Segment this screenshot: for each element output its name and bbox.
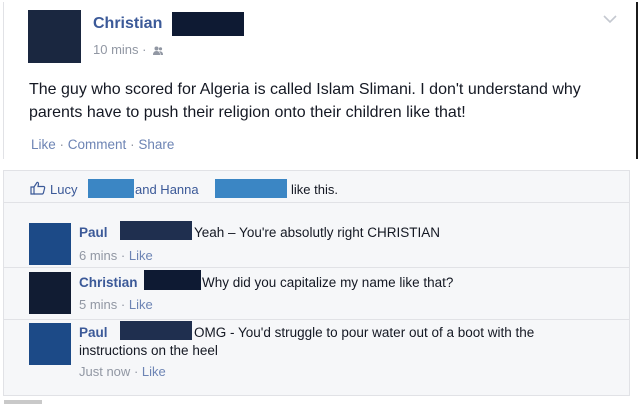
post-actions: Like · Comment · Share <box>31 137 174 152</box>
comment-time[interactable]: Just now <box>79 364 130 379</box>
commenter-avatar[interactable] <box>29 272 71 314</box>
comment-like-link[interactable]: Like <box>129 297 153 312</box>
liker-name-hanna[interactable]: and Hanna <box>135 182 199 197</box>
bottom-strip <box>0 398 640 406</box>
post-author-avatar[interactable] <box>28 10 81 63</box>
watermark-mark <box>4 400 42 404</box>
comment-link[interactable]: Comment <box>68 137 127 152</box>
post-card: Christian 10 mins · The guy who scored f… <box>3 2 638 159</box>
redacted-surname <box>144 270 201 290</box>
commenter-avatar[interactable] <box>29 223 71 265</box>
meta-separator: · <box>133 364 139 379</box>
comment-meta: 6 mins · Like <box>79 248 153 263</box>
commenter-avatar[interactable] <box>29 323 71 365</box>
commenter-name[interactable]: Paul <box>79 225 108 240</box>
like-link[interactable]: Like <box>31 137 56 152</box>
liker-name-lucy[interactable]: Lucy <box>50 182 77 197</box>
comment-time[interactable]: 5 mins <box>79 297 117 312</box>
friends-icon <box>153 46 164 56</box>
comment-text-continued: instructions on the heel <box>79 343 218 358</box>
action-separator: · <box>59 137 65 152</box>
post-time[interactable]: 10 mins <box>93 42 139 57</box>
comment-item: Paul OMG - You'd struggle to pour water … <box>4 319 629 395</box>
thumbs-up-icon <box>30 181 46 195</box>
comment-time[interactable]: 6 mins <box>79 248 117 263</box>
post-text: The guy who scored for Algeria is called… <box>29 81 581 121</box>
commenter-name[interactable]: Paul <box>79 325 108 340</box>
redacted-surname <box>215 179 287 198</box>
comment-meta: Just now · Like <box>79 364 166 379</box>
divider <box>0 159 640 169</box>
action-separator: · <box>130 137 135 152</box>
redacted-surname <box>88 179 134 198</box>
meta-separator: · <box>142 42 147 57</box>
comment-meta: 5 mins · Like <box>79 297 153 312</box>
comment-text: Why did you capitalize my name like that… <box>202 275 454 290</box>
share-link[interactable]: Share <box>138 137 174 152</box>
meta-separator: · <box>120 297 126 312</box>
comment-like-link[interactable]: Like <box>129 248 153 263</box>
comment-text: OMG - You'd struggle to pour water out o… <box>194 325 535 340</box>
redacted-surname <box>172 12 244 36</box>
comment-item: Christian Why did you capitalize my name… <box>4 267 629 320</box>
comments-section: Lucy and Hanna like this. Paul Yeah – Yo… <box>3 170 630 396</box>
post-author-name[interactable]: Christian <box>93 15 162 33</box>
meta-separator: · <box>120 248 126 263</box>
chevron-down-icon[interactable] <box>602 12 618 26</box>
post-meta: 10 mins · <box>93 42 164 57</box>
comment-text: Yeah – You're absolutly right CHRISTIAN <box>194 225 440 240</box>
comment-like-link[interactable]: Like <box>142 364 166 379</box>
commenter-name[interactable]: Christian <box>79 275 138 290</box>
redacted-surname <box>120 221 192 240</box>
comment-item: Paul Yeah – You're absolutly right CHRIS… <box>4 215 629 268</box>
redacted-surname <box>120 321 192 340</box>
likes-suffix: like this. <box>291 182 338 197</box>
likes-summary: Lucy and Hanna like this. <box>4 171 629 203</box>
